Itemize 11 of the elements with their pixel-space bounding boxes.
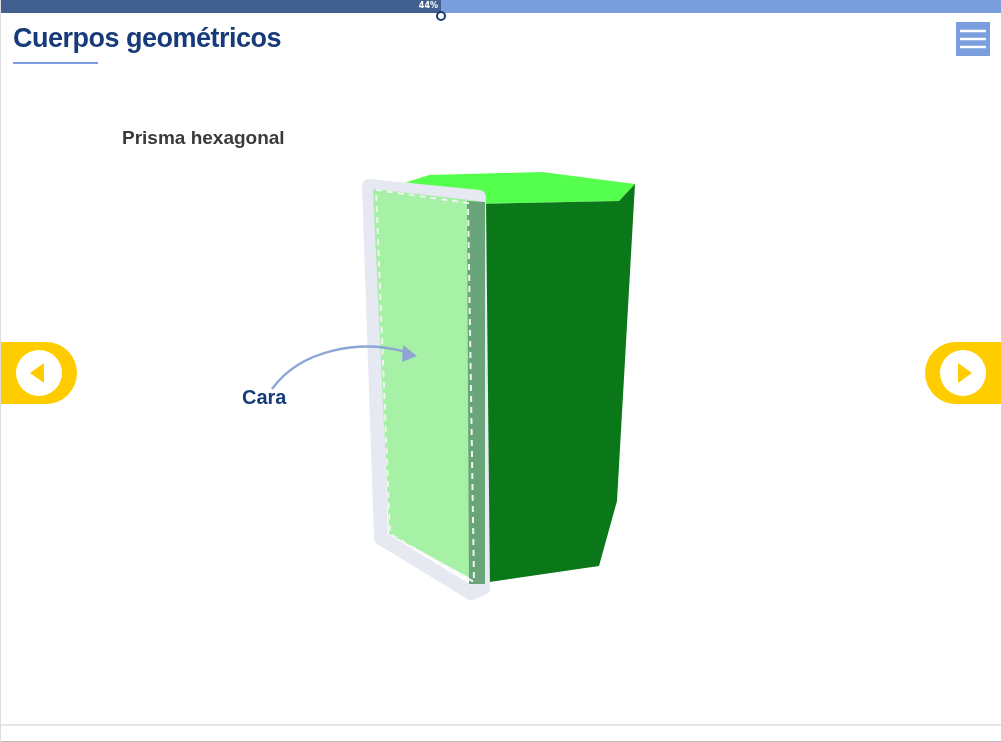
menu-button[interactable]	[956, 22, 990, 56]
menu-icon	[960, 28, 986, 50]
previous-icon	[16, 350, 62, 396]
page-title: Cuerpos geométricos	[13, 22, 282, 55]
progress-label: 44%	[418, 1, 438, 11]
next-button[interactable]	[925, 342, 1001, 404]
shape-name: Prisma hexagonal	[122, 126, 286, 150]
face-label: Cara	[242, 386, 287, 409]
progress-handle[interactable]	[436, 11, 446, 21]
previous-button[interactable]	[1, 342, 77, 404]
next-icon	[940, 350, 986, 396]
